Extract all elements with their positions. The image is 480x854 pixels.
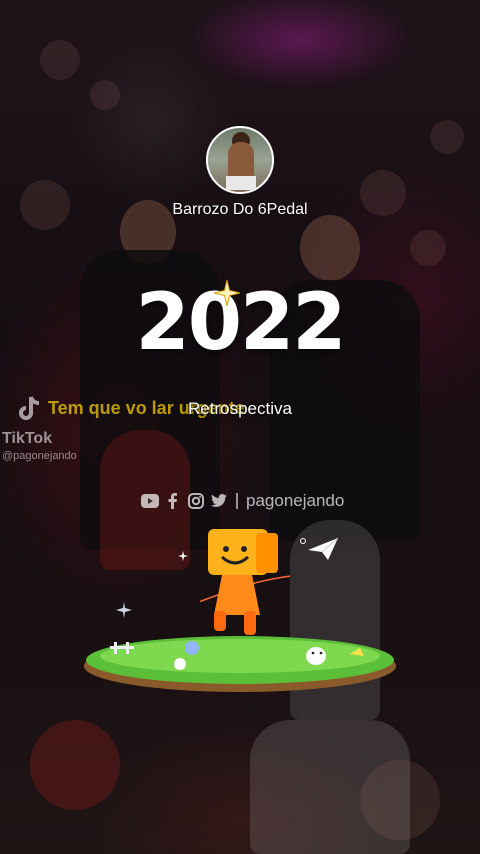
youtube-icon <box>141 493 159 509</box>
retrospective-subtitle: Retrospectiva <box>188 399 292 418</box>
profile-avatar[interactable] <box>206 126 274 194</box>
tiktok-watermark-name: TikTok <box>2 430 53 447</box>
instagram-icon <box>187 493 205 509</box>
sparkle-small-icon <box>116 602 132 618</box>
twitter-icon <box>210 493 228 509</box>
tiktok-watermark-handle: @pagonejando <box>2 450 77 462</box>
dot-icon <box>300 538 306 544</box>
profile-username: Barrozo Do 6Pedal <box>172 201 308 218</box>
paper-plane-icon <box>308 538 338 560</box>
box-mascot-illustration <box>200 529 290 635</box>
social-handle-bar: pagonejando <box>141 491 344 511</box>
social-handle-text: pagonejando <box>246 491 345 510</box>
facebook-icon <box>164 493 182 509</box>
sparkle-small-icon <box>178 551 188 561</box>
retrospective-year: 2022 <box>135 278 346 368</box>
sparkle-icon <box>214 280 240 306</box>
